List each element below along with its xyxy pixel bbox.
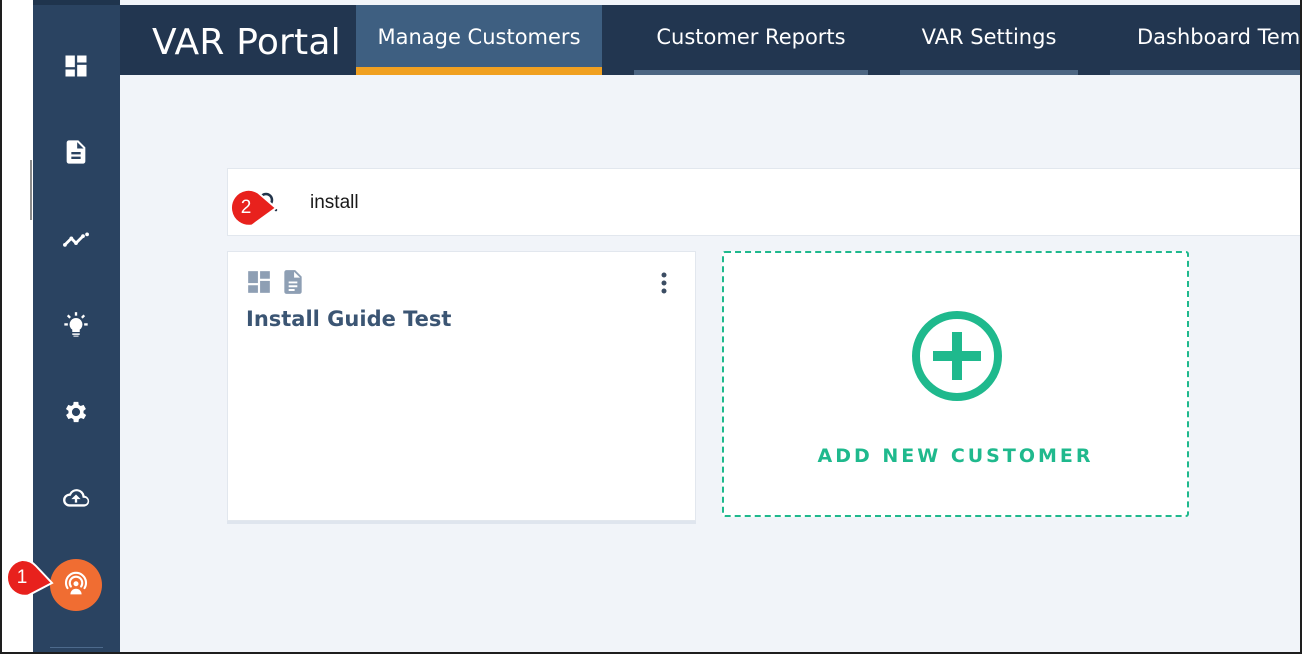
- dashboard-icon[interactable]: [246, 269, 272, 295]
- sidebar-bottom-divider: [50, 647, 103, 648]
- search-input[interactable]: [310, 189, 1210, 217]
- window-frame-left: [0, 0, 2, 654]
- trend-line-icon: [63, 232, 89, 247]
- search-bar: [227, 168, 1300, 236]
- sidebar-item-insights[interactable]: [58, 307, 94, 343]
- cloud-upload-icon: [63, 489, 90, 507]
- sidebar-item-trends[interactable]: [58, 221, 94, 257]
- tab-indicator: [1110, 70, 1300, 75]
- add-new-customer-label: ADD NEW CUSTOMER: [817, 445, 1094, 467]
- gear-icon: [65, 401, 87, 423]
- callout-marker-2: 2: [228, 188, 278, 227]
- lightbulb-icon: [64, 312, 88, 337]
- window-scroll-mark: [30, 160, 32, 220]
- tab-manage-customers[interactable]: Manage Customers: [356, 5, 602, 75]
- tab-label: VAR Settings: [921, 25, 1057, 49]
- tab-dashboard-templates[interactable]: Dashboard Temp: [1110, 5, 1300, 75]
- document-icon[interactable]: [280, 269, 306, 295]
- main-area: VAR Portal Manage Customers Customer Rep…: [120, 0, 1300, 652]
- app-title: VAR Portal: [152, 22, 341, 63]
- tab-customer-reports[interactable]: Customer Reports: [634, 5, 868, 75]
- callout-number: 1: [16, 567, 28, 588]
- customer-card-icons: [246, 269, 306, 295]
- customer-card[interactable]: Install Guide Test: [227, 251, 696, 521]
- sidebar-item-settings[interactable]: [58, 394, 94, 430]
- more-options-icon[interactable]: [652, 268, 676, 298]
- tab-var-settings[interactable]: VAR Settings: [900, 5, 1078, 75]
- tab-label: Dashboard Temp: [1137, 25, 1300, 49]
- plus-circle-icon: [910, 309, 1004, 403]
- add-new-customer-button[interactable]: ADD NEW CUSTOMER: [722, 251, 1189, 517]
- tab-label: Customer Reports: [656, 25, 846, 49]
- tab-label: Manage Customers: [377, 25, 581, 49]
- tab-active-indicator: [356, 67, 602, 75]
- top-navigation: VAR Portal Manage Customers Customer Rep…: [120, 5, 1300, 75]
- sidebar-top-strip: [33, 0, 120, 5]
- sidebar-item-var-portal[interactable]: [50, 559, 102, 611]
- tab-indicator: [634, 70, 868, 75]
- customer-name[interactable]: Install Guide Test: [246, 307, 451, 331]
- callout-number: 2: [240, 197, 252, 218]
- sidebar-item-dashboard[interactable]: [58, 48, 94, 84]
- document-icon: [66, 140, 86, 164]
- callout-marker-1: 1: [4, 559, 54, 597]
- dashboard-icon: [65, 55, 87, 77]
- sidebar: [33, 0, 120, 652]
- sidebar-item-reports[interactable]: [58, 134, 94, 170]
- sidebar-item-upload[interactable]: [58, 480, 94, 516]
- tab-indicator: [900, 70, 1078, 75]
- broadcast-user-icon: [64, 571, 88, 595]
